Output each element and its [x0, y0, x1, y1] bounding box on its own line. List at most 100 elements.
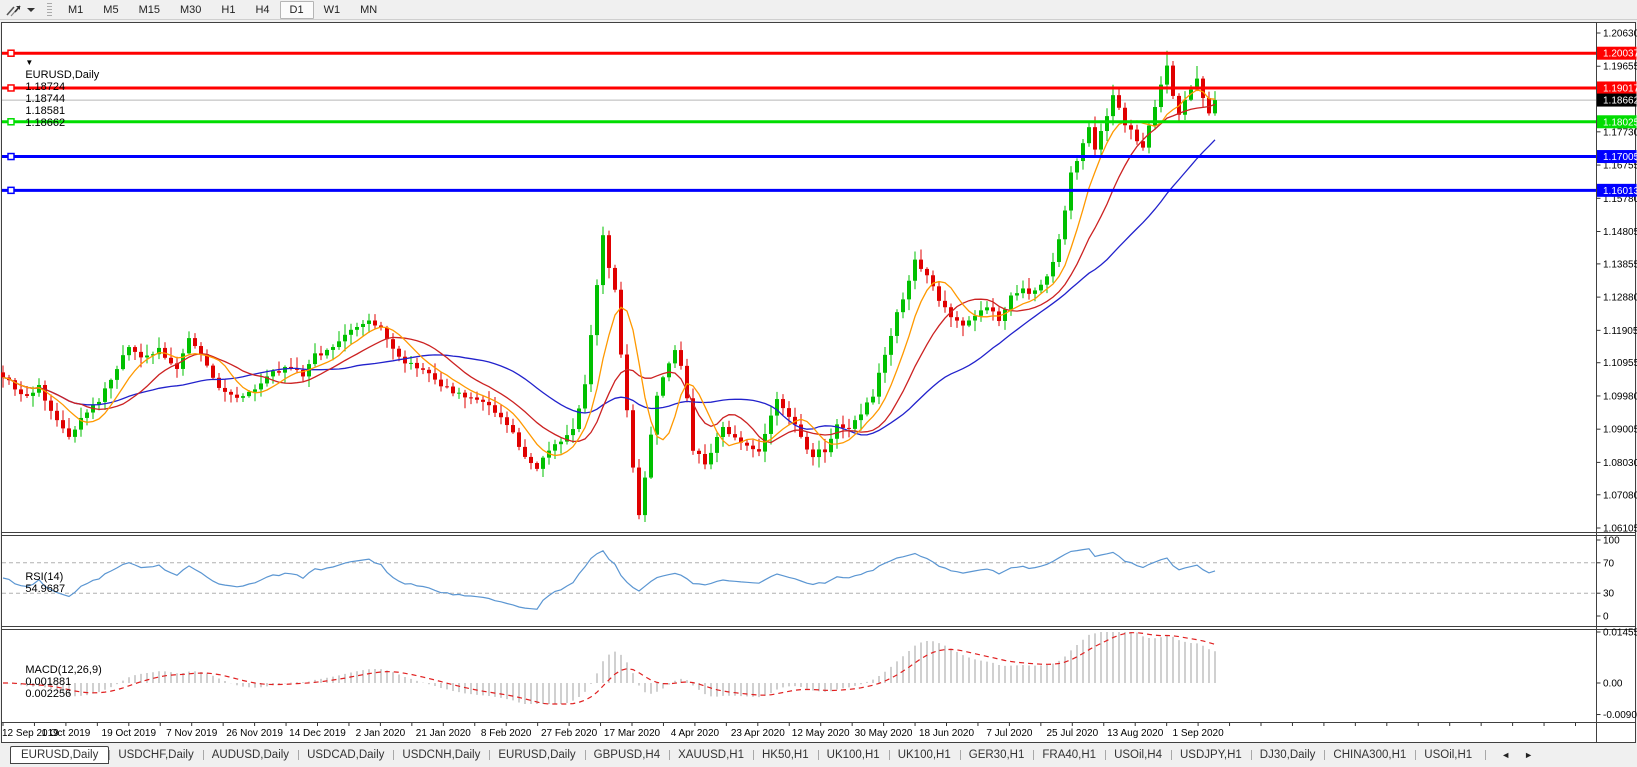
chart-tab-uk100-h1[interactable]: UK100,H1 [889, 746, 960, 764]
chart-canvas[interactable]: 12 Sep 20191 Oct 201919 Oct 20197 Nov 20… [0, 20, 1637, 743]
svg-text:1.11905: 1.11905 [1603, 326, 1637, 337]
price-level-badge: 1.19017 [1597, 81, 1637, 94]
trading-terminal-window: M1M5M15M30H1H4D1W1MN 12 Sep 20191 Oct 20… [0, 0, 1637, 767]
chart-tab-ger30-h1[interactable]: GER30,H1 [960, 746, 1034, 764]
macd-main-value: 0.001881 [25, 676, 71, 688]
svg-text:14 Dec 2019: 14 Dec 2019 [289, 728, 346, 739]
svg-text:1.19017: 1.19017 [1603, 83, 1637, 94]
svg-text:1.09005: 1.09005 [1603, 425, 1637, 436]
svg-text:0.00: 0.00 [1603, 679, 1623, 690]
svg-text:21 Jan 2020: 21 Jan 2020 [416, 728, 471, 739]
toolbar-drag-handle[interactable] [47, 3, 52, 17]
svg-text:1 Oct 2019: 1 Oct 2019 [41, 728, 90, 739]
timeframe-m30[interactable]: M30 [170, 1, 211, 19]
tab-spacer [0, 746, 10, 764]
svg-text:1.19655: 1.19655 [1603, 62, 1637, 73]
chart-window: 12 Sep 20191 Oct 201919 Oct 20197 Nov 20… [0, 20, 1637, 743]
chart-tab-eurusd-daily[interactable]: EURUSD,Daily [10, 746, 109, 764]
price-level-badge: 1.18025 [1597, 115, 1637, 128]
timeframe-h4[interactable]: H4 [245, 1, 279, 19]
timeframe-button-group: M1M5M15M30H1H4D1W1MN [58, 0, 387, 20]
timeframe-m5[interactable]: M5 [93, 1, 128, 19]
svg-text:1.10955: 1.10955 [1603, 358, 1637, 369]
chart-tab-hk50-h1[interactable]: HK50,H1 [753, 746, 818, 764]
chart-tab-xauusd-h1[interactable]: XAUUSD,H1 [669, 746, 753, 764]
macd-signal-value: 0.002256 [25, 688, 71, 700]
svg-text:1.20037: 1.20037 [1603, 49, 1637, 60]
chart-tab-dj30-daily[interactable]: DJ30,Daily [1251, 746, 1325, 764]
collapse-icon[interactable]: ▼ [25, 58, 33, 67]
chart-tab-usdchf-daily[interactable]: USDCHF,Daily [109, 746, 202, 764]
svg-text:12 May 2020: 12 May 2020 [792, 728, 850, 739]
svg-text:70: 70 [1603, 558, 1615, 569]
chart-tab-usdcnh-daily[interactable]: USDCNH,Daily [393, 746, 489, 764]
svg-text:1.17005: 1.17005 [1603, 152, 1637, 163]
chart-frame [2, 23, 1636, 743]
rsi-value: 54.9687 [25, 583, 65, 595]
price-level-badge: 1.17005 [1597, 150, 1637, 163]
chart-tab-usoil-h4[interactable]: USOil,H4 [1105, 746, 1171, 764]
charts-tool-button[interactable] [2, 1, 39, 19]
ohlc-close: 1.18662 [25, 117, 65, 129]
svg-text:1.13855: 1.13855 [1603, 259, 1637, 270]
tab-scroll-right-icon[interactable]: ► [1517, 750, 1540, 760]
svg-text:1 Sep 2020: 1 Sep 2020 [1173, 728, 1225, 739]
timeframe-d1[interactable]: D1 [280, 1, 314, 19]
svg-text:23 Apr 2020: 23 Apr 2020 [731, 728, 785, 739]
chart-header: ▼ EURUSD,Daily 1.18724 1.18744 1.18581 1… [7, 45, 103, 141]
macd-name: MACD(12,26,9) [25, 664, 101, 676]
svg-text:1.12880: 1.12880 [1603, 293, 1637, 304]
rsi-indicator-label: RSI(14) 54.9687 [7, 559, 70, 607]
svg-text:0.014556: 0.014556 [1603, 627, 1637, 638]
timeframe-m1[interactable]: M1 [58, 1, 93, 19]
svg-text:1.14805: 1.14805 [1603, 227, 1637, 238]
chart-tab-uk100-h1[interactable]: UK100,H1 [818, 746, 889, 764]
svg-text:-0.00900: -0.00900 [1603, 710, 1637, 721]
svg-text:13 Aug 2020: 13 Aug 2020 [1107, 728, 1164, 739]
svg-text:1.09980: 1.09980 [1603, 391, 1637, 402]
svg-text:1.18025: 1.18025 [1603, 117, 1637, 128]
svg-text:7 Jul 2020: 7 Jul 2020 [986, 728, 1033, 739]
svg-text:1.07080: 1.07080 [1603, 490, 1637, 501]
svg-text:27 Feb 2020: 27 Feb 2020 [541, 728, 598, 739]
chart-tab-gbpusd-h4[interactable]: GBPUSD,H4 [585, 746, 669, 764]
current-price-badge: 1.18662 [1597, 94, 1637, 107]
dropdown-caret-icon[interactable] [27, 8, 35, 12]
chart-tab-audusd-daily[interactable]: AUDUSD,Daily [203, 746, 298, 764]
svg-text:26 Nov 2019: 26 Nov 2019 [226, 728, 283, 739]
timeframe-m15[interactable]: M15 [129, 1, 170, 19]
svg-text:1.16013: 1.16013 [1603, 186, 1637, 197]
timeframe-w1[interactable]: W1 [314, 1, 351, 19]
timeframe-mn[interactable]: MN [350, 1, 387, 19]
svg-text:17 Mar 2020: 17 Mar 2020 [604, 728, 661, 739]
chart-tab-usoil-h1[interactable]: USOil,H1 [1415, 746, 1481, 764]
chart-tab-fra40-h1[interactable]: FRA40,H1 [1033, 746, 1105, 764]
svg-text:1.20630: 1.20630 [1603, 29, 1637, 40]
chart-tab-china300-h1[interactable]: CHINA300,H1 [1324, 746, 1415, 764]
svg-text:1.08030: 1.08030 [1603, 458, 1637, 469]
svg-text:19 Oct 2019: 19 Oct 2019 [102, 728, 157, 739]
svg-text:8 Feb 2020: 8 Feb 2020 [481, 728, 532, 739]
svg-text:1.06105: 1.06105 [1603, 524, 1637, 535]
svg-text:2 Jan 2020: 2 Jan 2020 [356, 728, 406, 739]
svg-text:1.18662: 1.18662 [1603, 96, 1637, 107]
ohlc-low: 1.18581 [25, 105, 65, 117]
svg-text:0: 0 [1603, 612, 1609, 623]
chart-symbol-label: EURUSD,Daily [25, 69, 99, 81]
timeframe-h1[interactable]: H1 [211, 1, 245, 19]
price-level-badge: 1.20037 [1597, 47, 1637, 60]
chart-tab-usdjpy-h1[interactable]: USDJPY,H1 [1171, 746, 1251, 764]
svg-text:30: 30 [1603, 589, 1615, 600]
svg-text:18 Jun 2020: 18 Jun 2020 [919, 728, 974, 739]
chart-tab-usdcad-daily[interactable]: USDCAD,Daily [298, 746, 393, 764]
macd-indicator-label: MACD(12,26,9) 0.001881 0.002256 [7, 652, 107, 712]
rsi-name: RSI(14) [25, 571, 63, 583]
chart-tab-bar: EURUSD,DailyUSDCHF,DailyAUDUSD,DailyUSDC… [0, 743, 1637, 767]
ohlc-open: 1.18724 [25, 81, 65, 93]
chart-tab-eurusd-daily[interactable]: EURUSD,Daily [489, 746, 584, 764]
tab-scroll-left-icon[interactable]: ◄ [1494, 750, 1517, 760]
ohlc-high: 1.18744 [25, 93, 65, 105]
toolbar: M1M5M15M30H1H4D1W1MN [0, 0, 1637, 20]
tab-scroll-controls: ◄► [1485, 750, 1540, 760]
svg-text:30 May 2020: 30 May 2020 [855, 728, 913, 739]
